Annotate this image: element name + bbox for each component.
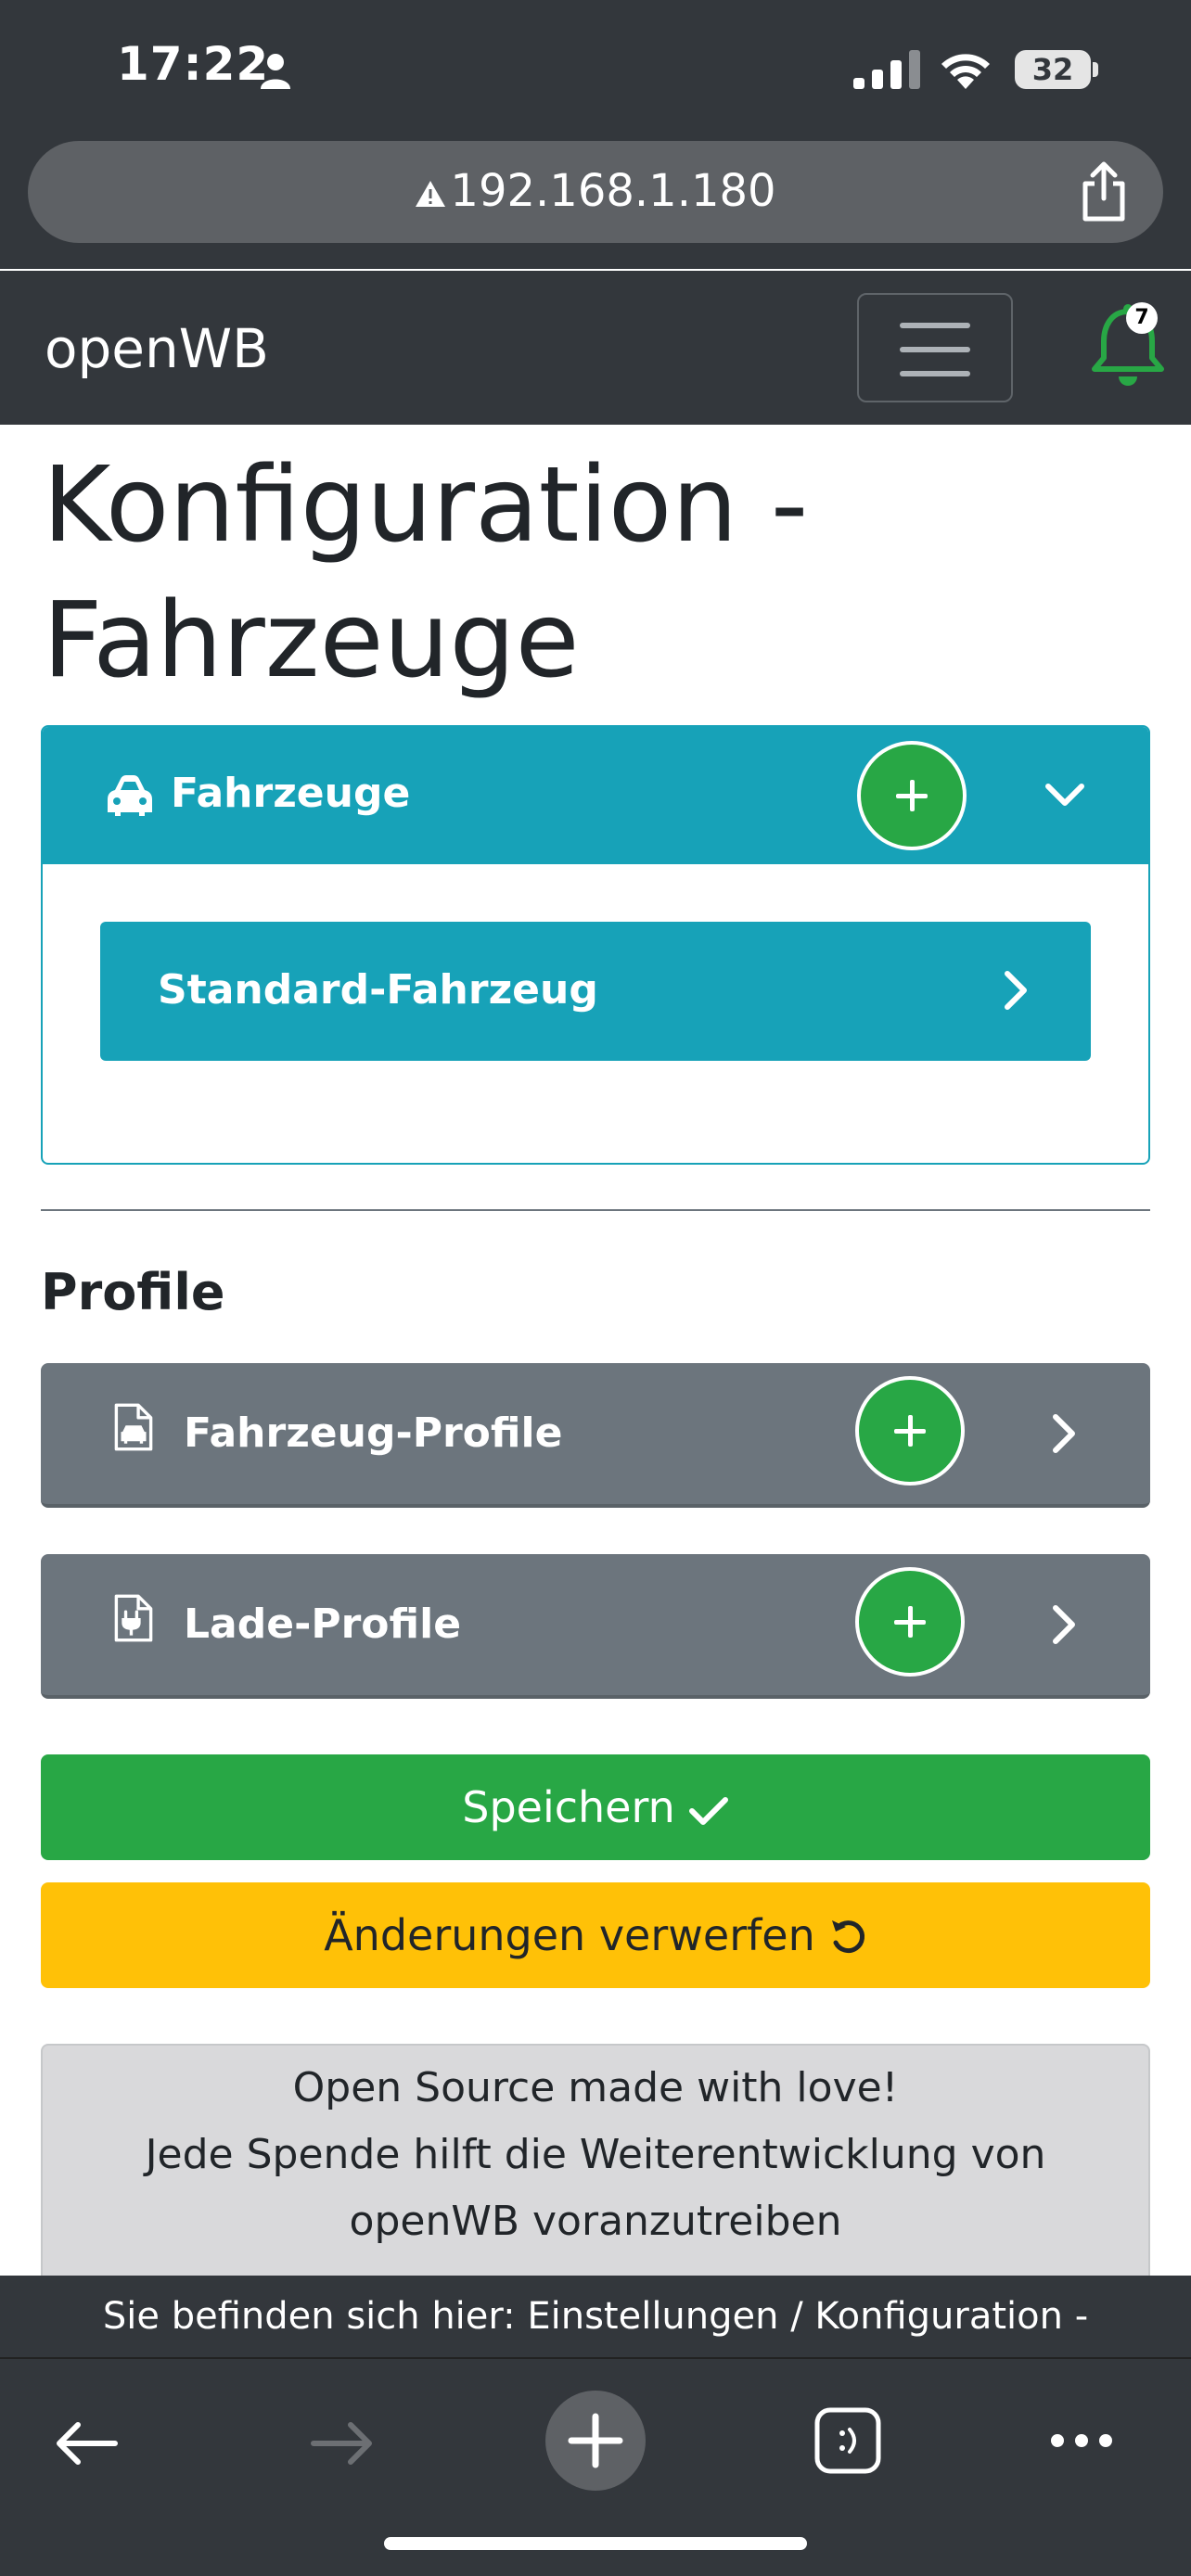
battery-indicator: 32 <box>1015 50 1098 89</box>
back-arrow-icon[interactable] <box>54 2420 119 2467</box>
chevron-right-icon[interactable] <box>1041 1602 1085 1647</box>
discard-changes-button[interactable]: Änderungen verwerfen <box>41 1882 1150 1988</box>
profiles-section-title: Profile <box>41 1263 225 1321</box>
plus-icon <box>568 2413 623 2468</box>
vehicle-item-label: Standard-Fahrzeug <box>158 966 598 1014</box>
vehicle-profiles-title: Fahrzeug-Profile <box>184 1409 563 1457</box>
add-charge-profile-button[interactable] <box>855 1567 965 1677</box>
check-icon <box>688 1797 728 1825</box>
charge-profiles-title: Lade-Profile <box>184 1600 462 1648</box>
charge-profiles-card[interactable]: Lade-Profile <box>41 1554 1150 1699</box>
new-tab-button[interactable] <box>545 2391 646 2491</box>
chevron-down-icon[interactable] <box>1043 773 1087 818</box>
person-icon <box>261 54 290 89</box>
notification-badge: 7 <box>1126 302 1158 334</box>
add-vehicle-profile-button[interactable] <box>855 1376 965 1486</box>
page-title: Konfiguration - Fahrzeuge <box>43 445 809 701</box>
vehicles-card-title: Fahrzeuge <box>171 770 411 817</box>
url-text: 192.168.1.180 <box>450 165 776 217</box>
vehicles-card: Fahrzeuge Standard-Fahrzeug <box>41 725 1150 1165</box>
status-time: 17:22 <box>117 37 270 91</box>
donation-line-1: Open Source made with love! <box>292 2064 899 2111</box>
url-bar[interactable]: 192.168.1.180 <box>28 141 1163 243</box>
app-navbar: openWB <box>0 271 1191 425</box>
charge-profile-file-icon <box>114 1594 153 1642</box>
hamburger-line <box>900 371 970 376</box>
discard-button-label: Änderungen verwerfen <box>324 1910 815 1960</box>
add-vehicle-button[interactable] <box>857 741 967 850</box>
hamburger-line <box>900 323 970 328</box>
vehicle-profiles-header[interactable]: Fahrzeug-Profile <box>41 1363 1150 1504</box>
battery-level: 32 <box>1015 50 1091 89</box>
chevron-right-icon[interactable] <box>1041 1411 1085 1456</box>
home-indicator <box>384 2537 807 2550</box>
breadcrumb: Sie befinden sich hier: Einstellungen / … <box>0 2276 1191 2357</box>
forward-arrow-icon[interactable] <box>310 2420 375 2467</box>
vehicles-card-header[interactable]: Fahrzeuge <box>43 727 1148 864</box>
share-icon[interactable] <box>1078 161 1130 223</box>
wifi-icon <box>941 54 990 89</box>
cellular-signal-icon <box>853 50 920 89</box>
vehicle-item[interactable]: Standard-Fahrzeug <box>100 922 1091 1061</box>
section-divider <box>41 1209 1150 1211</box>
car-icon <box>108 775 152 816</box>
battery-tip <box>1093 62 1098 77</box>
save-button[interactable]: Speichern <box>41 1754 1150 1860</box>
url-display: 192.168.1.180 <box>28 165 1163 217</box>
charge-profiles-header[interactable]: Lade-Profile <box>41 1554 1150 1695</box>
tabs-icon[interactable] <box>813 2405 883 2476</box>
vehicle-profile-file-icon <box>114 1403 153 1451</box>
undo-icon <box>831 1920 864 1954</box>
donation-line-2: Jede Spende hilft die Weiterentwicklung … <box>145 2131 1046 2178</box>
chevron-right-icon <box>1005 971 1027 1010</box>
save-button-label: Speichern <box>462 1782 675 1832</box>
more-options-icon[interactable] <box>1048 2431 1115 2450</box>
brand-logo[interactable]: openWB <box>45 317 269 380</box>
navbar-toggle-button[interactable] <box>857 293 1013 402</box>
warning-icon <box>416 181 446 207</box>
donation-line-3: openWB voranzutreiben <box>349 2198 842 2245</box>
browser-chrome-top: 17:22 32 192.168.1.180 <box>0 0 1191 269</box>
vehicle-profiles-card[interactable]: Fahrzeug-Profile <box>41 1363 1150 1508</box>
hamburger-line <box>900 347 970 352</box>
